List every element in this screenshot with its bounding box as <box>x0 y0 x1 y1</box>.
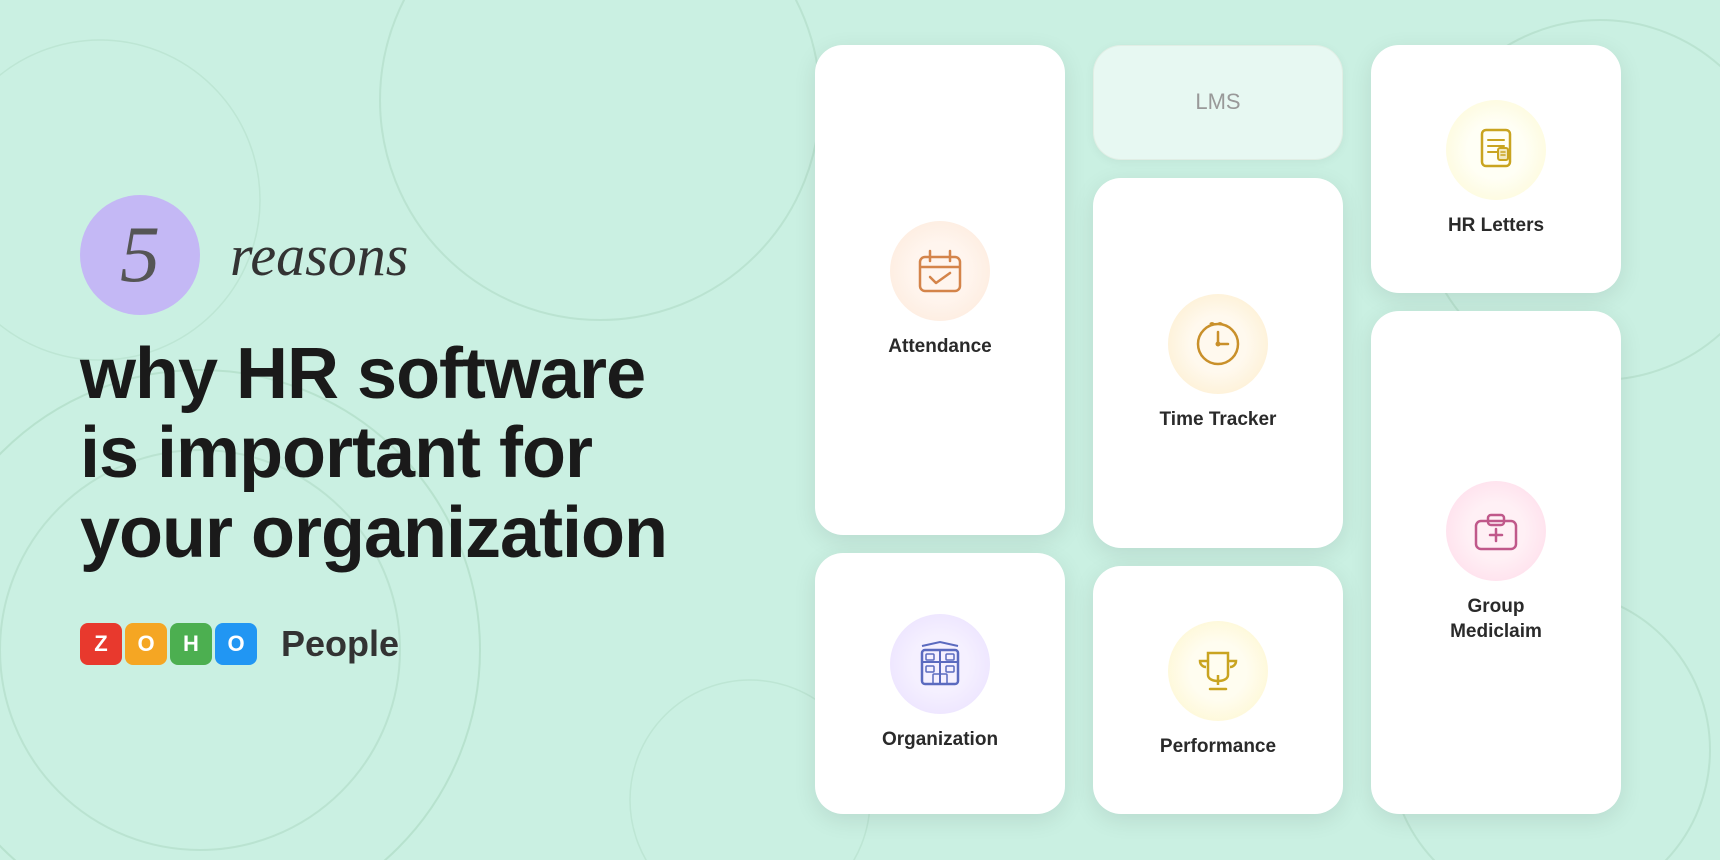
document-icon <box>1470 124 1522 176</box>
group-mediclaim-card: Group Mediclaim <box>1371 311 1621 814</box>
performance-card: Performance <box>1093 566 1343 814</box>
people-label: People <box>281 623 399 665</box>
hr-letters-card: HR Letters <box>1371 45 1621 293</box>
main-background: 5 reasons why HR software is important f… <box>0 0 1720 860</box>
number-circle: 5 <box>80 195 200 315</box>
trophy-icon <box>1192 645 1244 697</box>
main-title-line1: why HR software <box>80 335 680 414</box>
time-tracker-label: Time Tracker <box>1160 408 1277 433</box>
number-five: 5 <box>120 210 160 301</box>
main-title-line2: is important for <box>80 414 680 493</box>
organization-card: Organization <box>815 553 1065 814</box>
group-mediclaim-icon-wrap <box>1446 481 1546 581</box>
time-tracker-card: Time Tracker <box>1093 178 1343 548</box>
title-row: 5 reasons <box>80 195 680 315</box>
zoho-letter-o2: O <box>215 623 257 665</box>
performance-icon-wrap <box>1168 621 1268 721</box>
modules-grid: Attendance LMS Time Tr <box>815 45 1625 815</box>
attendance-label: Attendance <box>888 335 991 360</box>
building-icon <box>914 638 966 690</box>
attendance-card: Attendance <box>815 45 1065 535</box>
hr-letters-icon-wrap <box>1446 100 1546 200</box>
attendance-icon-wrap <box>890 221 990 321</box>
organization-icon-wrap <box>890 614 990 714</box>
right-section: Attendance LMS Time Tr <box>760 0 1720 860</box>
zoho-letter-z: Z <box>80 623 122 665</box>
zoho-letter-o1: O <box>125 623 167 665</box>
calendar-check-icon <box>914 245 966 297</box>
medical-kit-icon <box>1470 505 1522 557</box>
left-section: 5 reasons why HR software is important f… <box>0 135 760 725</box>
hr-letters-label: HR Letters <box>1448 214 1544 239</box>
performance-label: Performance <box>1160 735 1276 760</box>
lms-card: LMS <box>1093 45 1343 160</box>
zoho-letter-h: H <box>170 623 212 665</box>
organization-label: Organization <box>882 728 998 753</box>
clock-icon <box>1192 318 1244 370</box>
reasons-text: reasons <box>230 222 408 289</box>
zoho-logo: Z O H O <box>80 623 257 665</box>
group-mediclaim-label: Group Mediclaim <box>1450 595 1542 644</box>
zoho-people-logo: Z O H O People <box>80 623 680 665</box>
main-title-line3: your organization <box>80 494 680 573</box>
lms-label: LMS <box>1195 88 1240 117</box>
main-title: why HR software is important for your or… <box>80 335 680 573</box>
time-tracker-icon-wrap <box>1168 294 1268 394</box>
